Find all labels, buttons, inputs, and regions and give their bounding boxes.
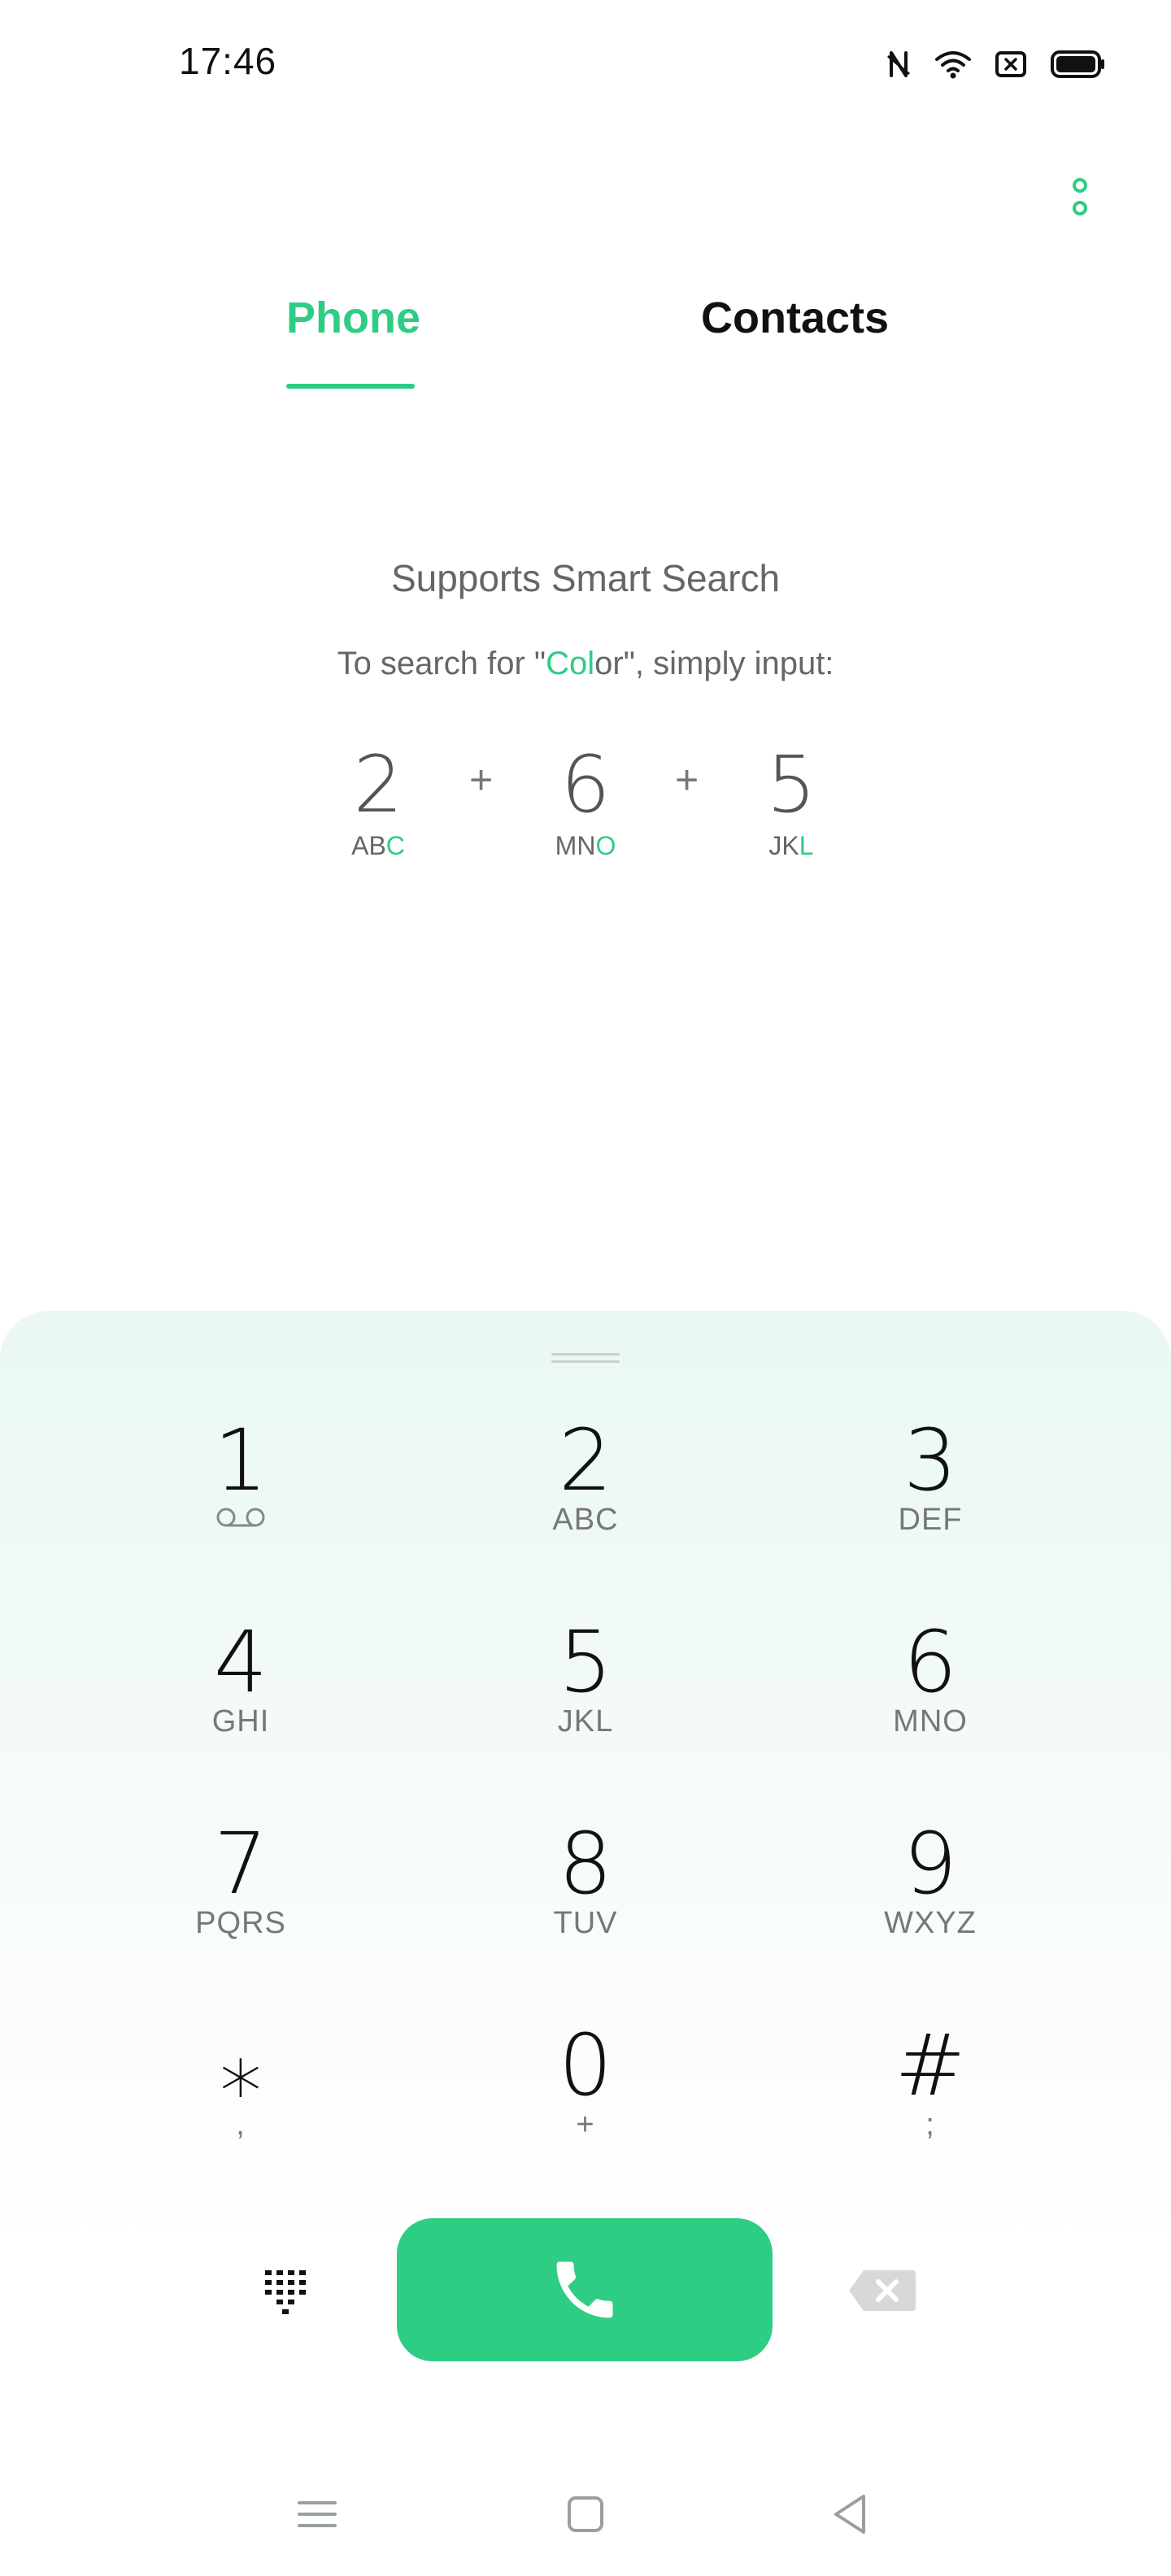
example-letters-highlight: O: [595, 831, 616, 860]
key-letters: PQRS: [195, 1906, 286, 1940]
back-button[interactable]: [826, 2490, 875, 2539]
subtitle-rest: or", simply input:: [594, 646, 834, 681]
key-digit: 9: [903, 1814, 958, 1913]
example-letters-highlight: C: [385, 831, 405, 860]
key-digit: 4: [213, 1612, 268, 1712]
voicemail-icon: [216, 1508, 265, 1527]
example-key-1: 2 ABC: [321, 740, 435, 861]
status-icons: [886, 46, 1106, 83]
backspace-button[interactable]: [847, 2269, 917, 2313]
key-6[interactable]: 6 MNO: [808, 1617, 1052, 1763]
battery-icon: [1051, 50, 1104, 78]
system-nav-bar: [0, 2472, 1171, 2553]
key-digit: 8: [558, 1814, 613, 1913]
key-letters: ,: [236, 2108, 246, 2142]
example-letters-highlight: L: [799, 831, 814, 860]
smart-search-subtitle: To search for "Color", simply input:: [0, 646, 1171, 682]
key-letters: [119, 1503, 363, 1538]
sim-card-icon: [995, 51, 1026, 77]
subtitle-prefix: To search for ": [337, 646, 546, 681]
wifi-icon: [935, 51, 971, 79]
home-button[interactable]: [561, 2490, 610, 2539]
status-bar: 17:46: [0, 0, 1171, 130]
key-letters: JKL: [557, 1704, 614, 1738]
smart-search-title: Supports Smart Search: [390, 557, 781, 599]
example-letters: MNO: [529, 831, 642, 861]
key-letters: +: [576, 2108, 595, 2142]
status-time: 17:46: [179, 40, 277, 82]
key-9[interactable]: 9 WXYZ: [808, 1818, 1052, 1965]
tab-contacts[interactable]: Contacts: [701, 293, 889, 343]
active-tab-indicator: [286, 384, 415, 389]
key-letters: ABC: [552, 1503, 619, 1537]
key-digit: 2: [558, 1411, 613, 1510]
example-letters-plain: MN: [555, 831, 596, 860]
backspace-icon: [849, 2270, 916, 2311]
back-triangle-icon: [834, 2495, 865, 2534]
more-vertical-icon: [1073, 178, 1087, 215]
dialpad-toggle-button[interactable]: [259, 2262, 317, 2321]
phone-icon: [556, 2261, 613, 2318]
nfc-icon: [887, 51, 910, 77]
key-1[interactable]: 1: [119, 1415, 363, 1561]
call-button[interactable]: [397, 2218, 773, 2361]
example-key-2: 6 MNO: [529, 740, 642, 861]
key-digit: ⁎: [220, 2016, 262, 2115]
key-5[interactable]: 5 JKL: [464, 1617, 707, 1763]
key-4[interactable]: 4 GHI: [119, 1617, 363, 1763]
menu-lines-icon: [298, 2501, 337, 2527]
example-digit: 5: [766, 739, 816, 830]
tab-phone[interactable]: Phone: [286, 293, 420, 343]
example-plus: +: [675, 757, 699, 803]
key-digit: 6: [903, 1612, 958, 1712]
key-letters: WXYZ: [884, 1906, 977, 1940]
example-key-3: 5 JKL: [734, 740, 848, 861]
key-star[interactable]: ⁎ ,: [119, 2020, 363, 2166]
example-letters-plain: AB: [351, 831, 386, 860]
key-hash[interactable]: # ;: [808, 2020, 1052, 2166]
example-letters: JKL: [734, 831, 848, 861]
dialpad-icon: [265, 2270, 306, 2314]
key-0[interactable]: 0 +: [464, 2020, 707, 2166]
key-2[interactable]: 2 ABC: [464, 1415, 707, 1561]
key-digit: 7: [213, 1814, 268, 1913]
key-letters: DEF: [898, 1503, 963, 1537]
key-letters: MNO: [893, 1704, 968, 1738]
example-letters-plain: JK: [768, 831, 799, 860]
more-options-button[interactable]: [1054, 172, 1106, 224]
key-digit: 3: [903, 1411, 958, 1510]
key-digit: #: [895, 2016, 966, 2115]
recents-button[interactable]: [293, 2490, 342, 2539]
key-letters: GHI: [211, 1704, 270, 1738]
key-digit: 0: [558, 2016, 613, 2115]
key-3[interactable]: 3 DEF: [808, 1415, 1052, 1561]
tab-bar: Phone Contacts: [0, 293, 1171, 398]
example-digit: 2: [353, 739, 403, 830]
example-letters: ABC: [321, 831, 435, 861]
drag-handle[interactable]: [551, 1353, 620, 1364]
subtitle-highlight: Col: [546, 646, 595, 681]
key-8[interactable]: 8 TUV: [464, 1818, 707, 1965]
key-7[interactable]: 7 PQRS: [119, 1818, 363, 1965]
key-letters: TUV: [553, 1906, 618, 1940]
key-letters: ;: [925, 2108, 935, 2142]
example-digit: 6: [560, 739, 611, 830]
example-plus: +: [469, 757, 494, 803]
key-digit: 1: [213, 1411, 268, 1510]
home-square-icon: [568, 2496, 603, 2532]
key-digit: 5: [558, 1612, 613, 1712]
